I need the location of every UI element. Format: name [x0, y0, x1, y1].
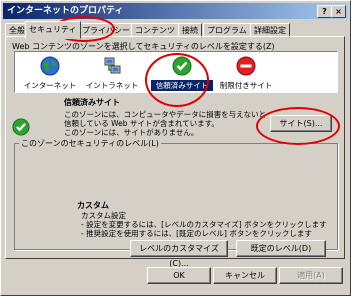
zone-label: インターネット: [23, 81, 77, 90]
zone-label: イントラネット: [85, 81, 139, 90]
zone-label: 信頼済みサイト: [151, 80, 213, 91]
internet-properties-dialog: インターネットのプロパティ ? × 全般 セキュリティ プライバシー コンテンツ…: [0, 0, 351, 296]
ok-button[interactable]: OK: [147, 267, 211, 284]
zone-internet[interactable]: インターネット: [19, 56, 81, 91]
zone-label: 制限付きサイト: [219, 81, 273, 90]
zone-intranet[interactable]: イントラネット: [81, 56, 143, 91]
security-panel: Web コンテンツのゾーンを選択してセキュリティのレベルを設定する(Z) インタ…: [5, 36, 345, 268]
zone-title: 信頼済みサイト: [64, 98, 120, 107]
cancel-button[interactable]: キャンセル: [213, 267, 277, 284]
sites-button[interactable]: サイト(S)...: [270, 115, 332, 132]
trusted-check-icon: [172, 56, 192, 76]
window-title: インターネットのプロパティ: [7, 6, 124, 16]
restricted-icon: [236, 56, 256, 76]
customize-level-button[interactable]: レベルのカスタマイズ(C)...: [130, 240, 228, 268]
zone-restricted-sites[interactable]: 制限付きサイト: [215, 56, 277, 91]
apply-button[interactable]: 適用(A): [279, 267, 343, 284]
globe-icon: [40, 56, 60, 76]
help-button[interactable]: ?: [317, 5, 332, 18]
security-level-group: このゾーンのセキュリティのレベル(L) カスタム カスタム設定 - 設定を変更す…: [14, 138, 338, 250]
intranet-icon: [104, 57, 121, 74]
zone-description-line3: このゾーンには、サイトがありません。: [64, 128, 199, 137]
title-bar: インターネットのプロパティ ? ×: [3, 3, 348, 19]
tab-security[interactable]: セキュリティ: [25, 21, 81, 39]
level-desc-line3: - 推奨設定を使用するには、[既定のレベル] ボタンをクリックします: [81, 229, 312, 238]
zone-list: インターネット イントラネット 信頼済みサイト 制限付きサイト: [14, 51, 338, 93]
zone-trusted-sites[interactable]: 信頼済みサイト: [151, 56, 213, 91]
close-button[interactable]: ×: [331, 5, 346, 18]
default-level-button[interactable]: 既定のレベル(D): [236, 240, 326, 257]
group-title: このゾーンのセキュリティのレベル(L): [19, 138, 161, 149]
trusted-zone-icon: [12, 118, 30, 136]
